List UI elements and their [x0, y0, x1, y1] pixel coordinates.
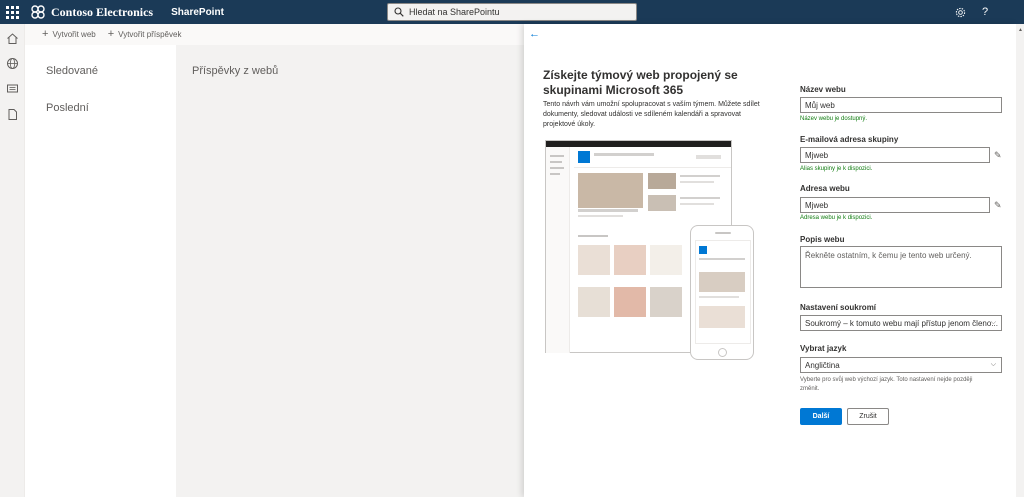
phone-preview-image [690, 225, 754, 360]
app-name[interactable]: SharePoint [171, 7, 224, 18]
help-icon[interactable]: ? [973, 0, 997, 24]
chevron-down-icon: ⌵ [990, 319, 996, 326]
left-navigation: Sledované Poslední [25, 45, 176, 497]
privacy-selected-value: Soukromý – k tomuto webu mají přístup je… [805, 318, 998, 328]
search-box[interactable]: Hledat na SharePointu [387, 3, 637, 21]
edit-pencil-icon[interactable]: ✎ [994, 150, 1002, 161]
plus-icon: + [42, 28, 49, 40]
back-arrow-icon[interactable]: ← [529, 28, 540, 40]
site-name-input[interactable]: Můj web [800, 97, 1002, 113]
language-dropdown[interactable]: Angličtina ⌵ [800, 357, 1002, 373]
privacy-dropdown[interactable]: Soukromý – k tomuto webu mají přístup je… [800, 315, 1002, 331]
privacy-label: Nastavení soukromí [800, 303, 877, 312]
edit-pencil-icon[interactable]: ✎ [994, 200, 1002, 211]
search-icon [394, 7, 404, 17]
panel-title: Získejte týmový web propojený se skupina… [543, 68, 738, 97]
app-bar [0, 24, 25, 497]
plus-icon: + [107, 28, 115, 40]
site-address-input[interactable]: Mjweb [800, 197, 990, 213]
create-site-button[interactable]: + Vytvořit web [42, 29, 96, 40]
site-description-label: Popis webu [800, 235, 845, 244]
site-address-validation: Adresa webu je k dispozici. [800, 215, 873, 221]
team-site-illustration [545, 140, 755, 360]
globe-icon[interactable] [6, 57, 19, 70]
search-input[interactable]: Hledat na SharePointu [409, 7, 500, 17]
group-email-label: E-mailová adresa skupiny [800, 135, 899, 144]
site-name-label: Název webu [800, 85, 846, 94]
language-label: Vybrat jazyk [800, 344, 847, 353]
brand-name: Contoso Electronics [51, 4, 154, 19]
site-address-label: Adresa webu [800, 184, 850, 193]
next-button[interactable]: Další [800, 408, 842, 425]
document-icon[interactable] [6, 108, 19, 121]
create-post-button[interactable]: + Vytvořit příspěvek [108, 29, 182, 40]
site-description-textarea[interactable]: Řekněte ostatním, k čemu je tento web ur… [800, 246, 1002, 288]
create-site-label: Vytvořit web [52, 30, 96, 39]
section-title: Příspěvky z webů [192, 65, 279, 77]
language-help-text: Vyberte pro svůj web výchozí jazyk. Toto… [800, 377, 973, 392]
language-selected-value: Angličtina [805, 360, 840, 370]
suite-bar: Contoso Electronics SharePoint Hledat na… [0, 0, 1024, 24]
home-icon[interactable] [6, 32, 19, 45]
contoso-logo-icon [31, 5, 45, 19]
panel-scrollbar[interactable] [1016, 24, 1024, 497]
chevron-down-icon: ⌵ [990, 361, 996, 368]
panel-description: Tento návrh vám umožní spolupracovat s v… [543, 101, 760, 128]
news-icon[interactable] [6, 82, 19, 95]
app-launcher-waffle-icon[interactable] [0, 0, 24, 24]
scroll-up-icon[interactable]: ▲ [1018, 27, 1023, 33]
site-name-validation: Název webu je dostupný. [800, 116, 868, 122]
create-site-panel: ← Získejte týmový web propojený se skupi… [524, 24, 1016, 497]
group-email-validation: Alias skupiny je k dispozici. [800, 166, 873, 172]
nav-item-followed[interactable]: Sledované [46, 65, 98, 77]
cancel-button[interactable]: Zrušit [847, 408, 889, 425]
command-bar: + Vytvořit web + Vytvořit příspěvek [25, 24, 525, 45]
group-email-input[interactable]: Mjweb [800, 147, 990, 163]
main-content: Příspěvky z webů [176, 45, 524, 497]
nav-item-recent[interactable]: Poslední [46, 102, 89, 114]
create-post-label: Vytvořit příspěvek [118, 30, 182, 39]
settings-gear-icon[interactable] [948, 0, 972, 24]
brand[interactable]: Contoso Electronics [30, 4, 153, 20]
